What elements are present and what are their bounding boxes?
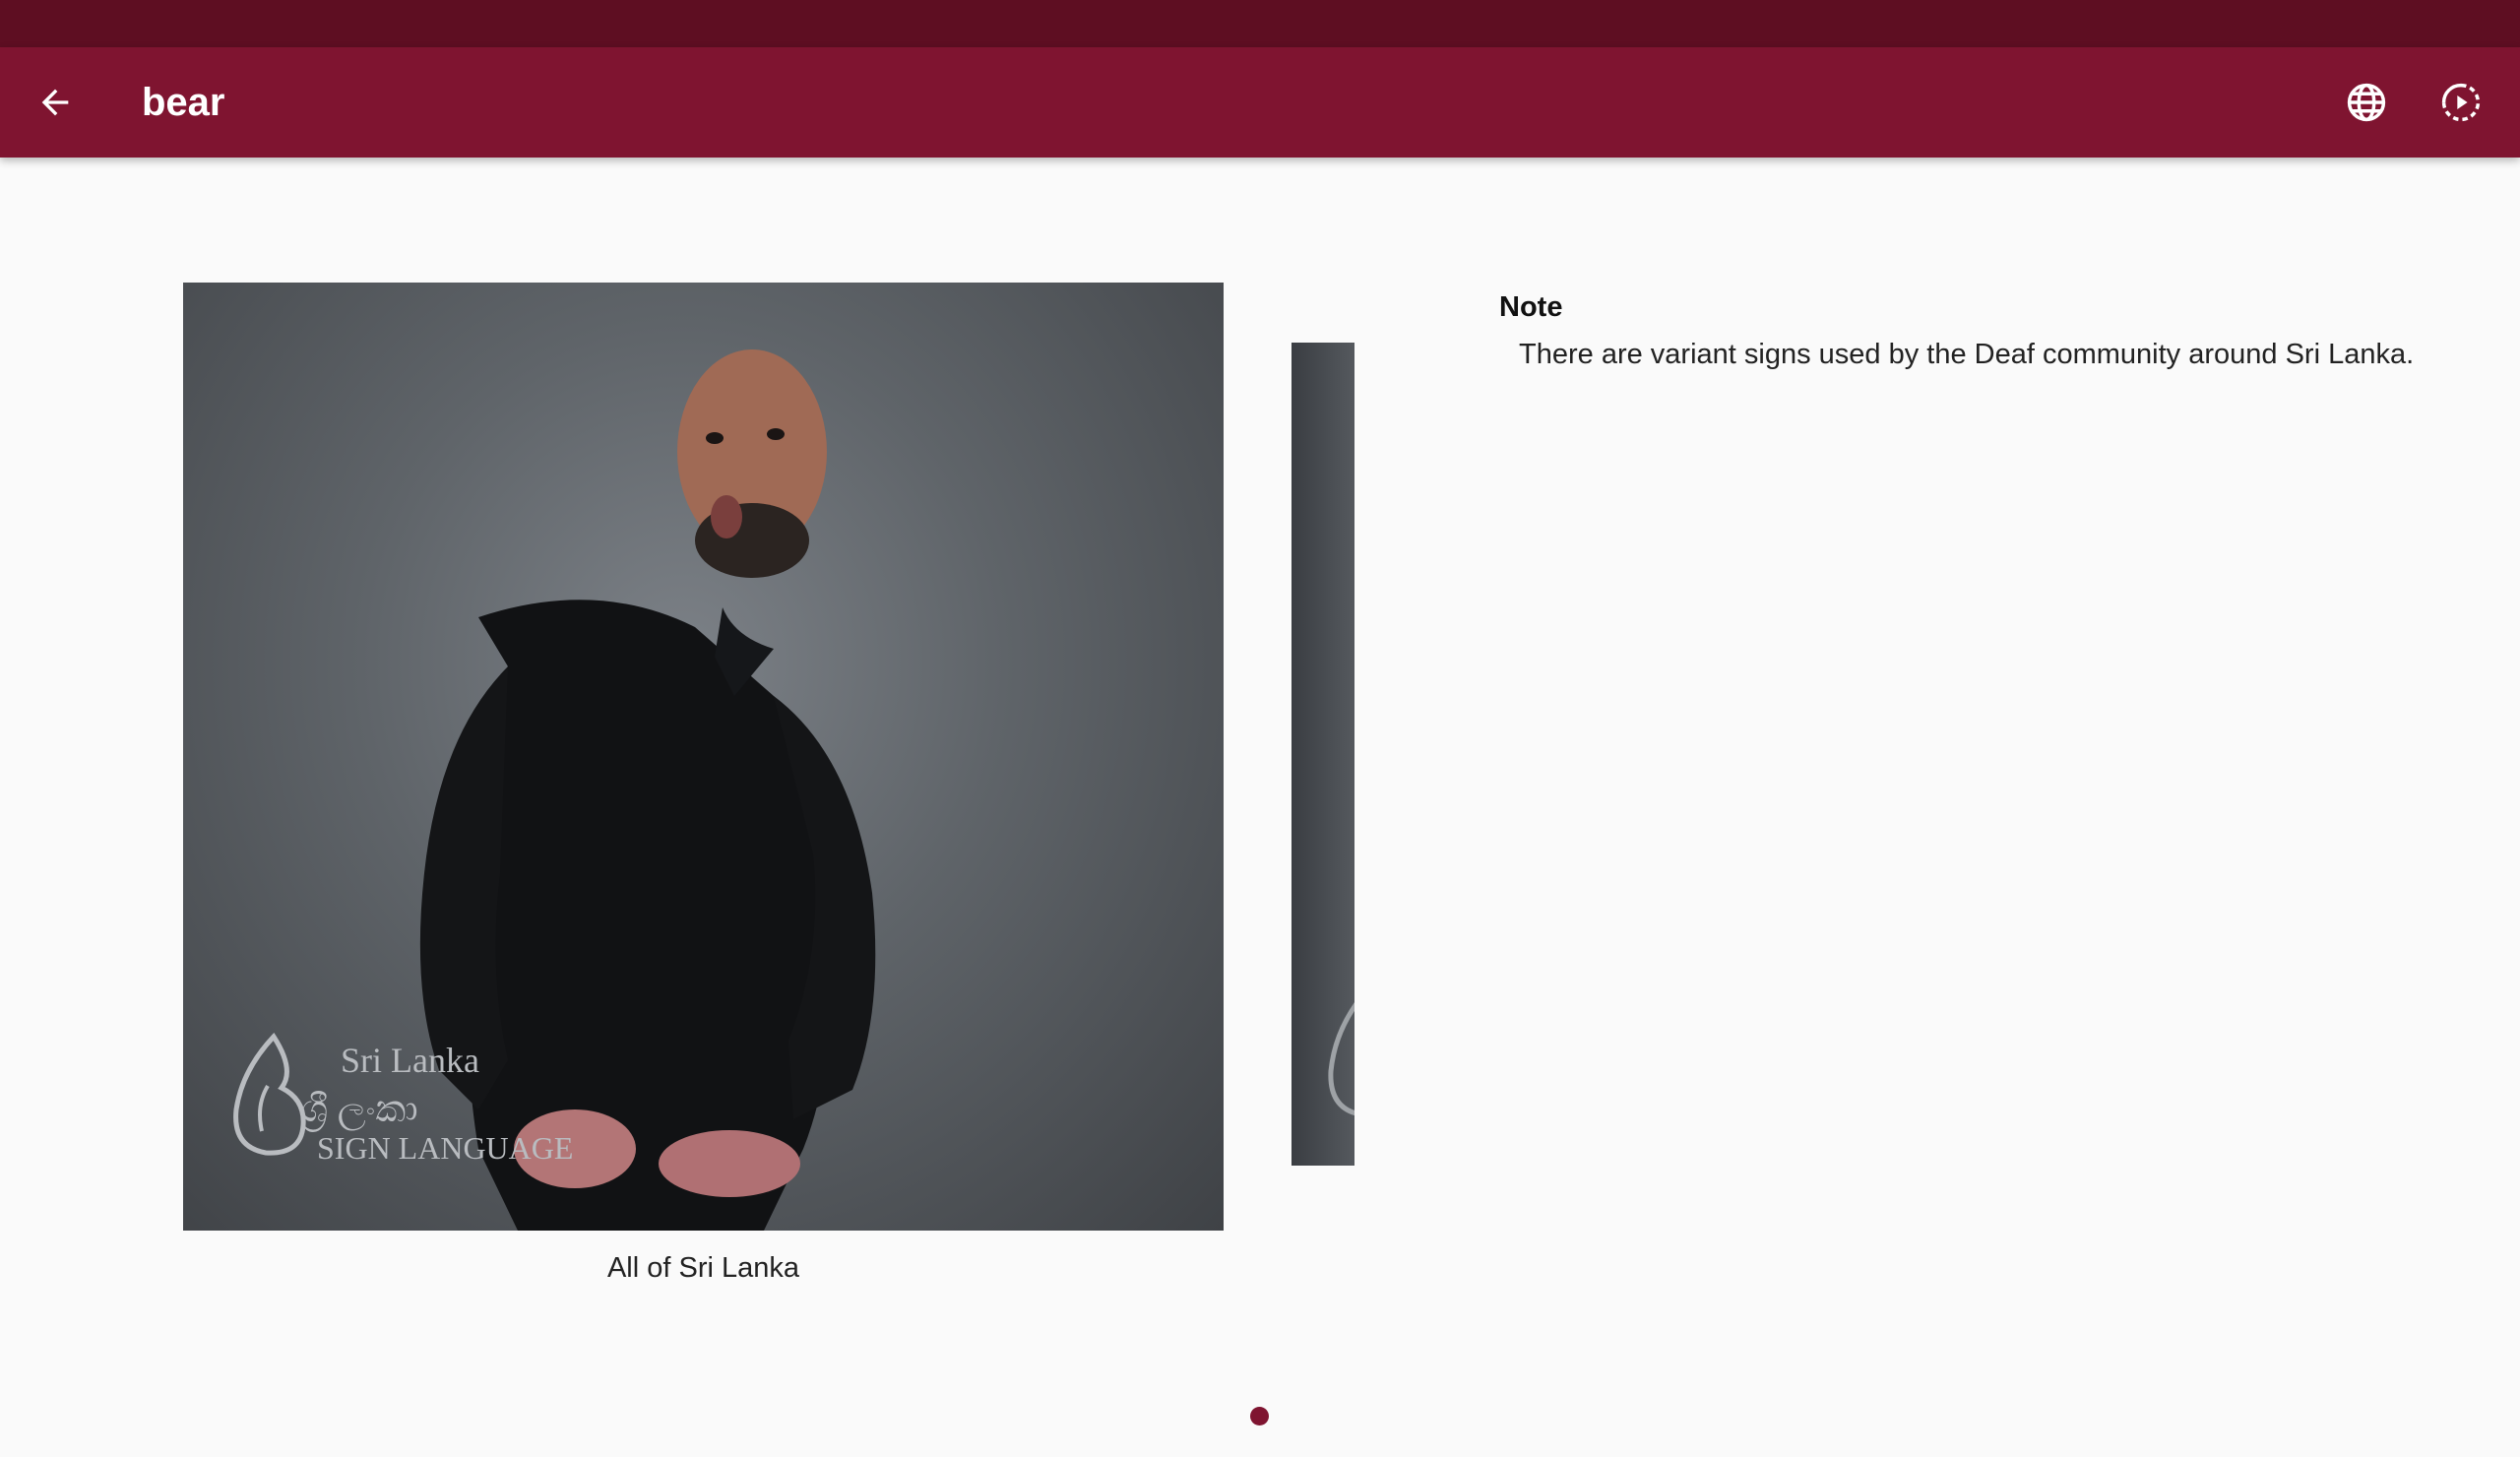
region-caption: All of Sri Lanka [606, 1252, 800, 1284]
language-button[interactable] [2331, 67, 2402, 138]
note-text: There are variant signs used by the Deaf… [1519, 339, 2415, 370]
back-button[interactable] [20, 67, 91, 138]
page-title: bear [142, 81, 225, 124]
arrow-left-icon [41, 89, 69, 116]
svg-text:Sri Lanka: Sri Lanka [341, 1041, 479, 1080]
app-bar: bear [0, 47, 2520, 158]
status-bar [0, 0, 2520, 47]
next-video-peek[interactable] [1292, 343, 1354, 1166]
svg-text:ශ්‍රී ලංකා: ශ්‍රී ලංකා [301, 1089, 418, 1132]
play-circle-icon [2441, 83, 2481, 122]
sign-language-watermark: Sri Lanka ශ්‍රී ලංකා SIGN LANGUAGE [222, 1031, 573, 1178]
globe-icon [2347, 83, 2386, 122]
page-indicator-dot[interactable] [1250, 1407, 1269, 1425]
note-heading: Note [1499, 291, 1563, 323]
flame-logo-icon [1328, 1002, 1354, 1116]
sign-video-player[interactable]: Sri Lanka ශ්‍රී ලංකා SIGN LANGUAGE [183, 283, 1224, 1231]
autoplay-button[interactable] [2426, 67, 2496, 138]
svg-text:SIGN LANGUAGE: SIGN LANGUAGE [317, 1130, 573, 1166]
watermark-text: Sri Lanka ශ්‍රී ලංකා SIGN LANGUAGE [301, 1041, 573, 1166]
